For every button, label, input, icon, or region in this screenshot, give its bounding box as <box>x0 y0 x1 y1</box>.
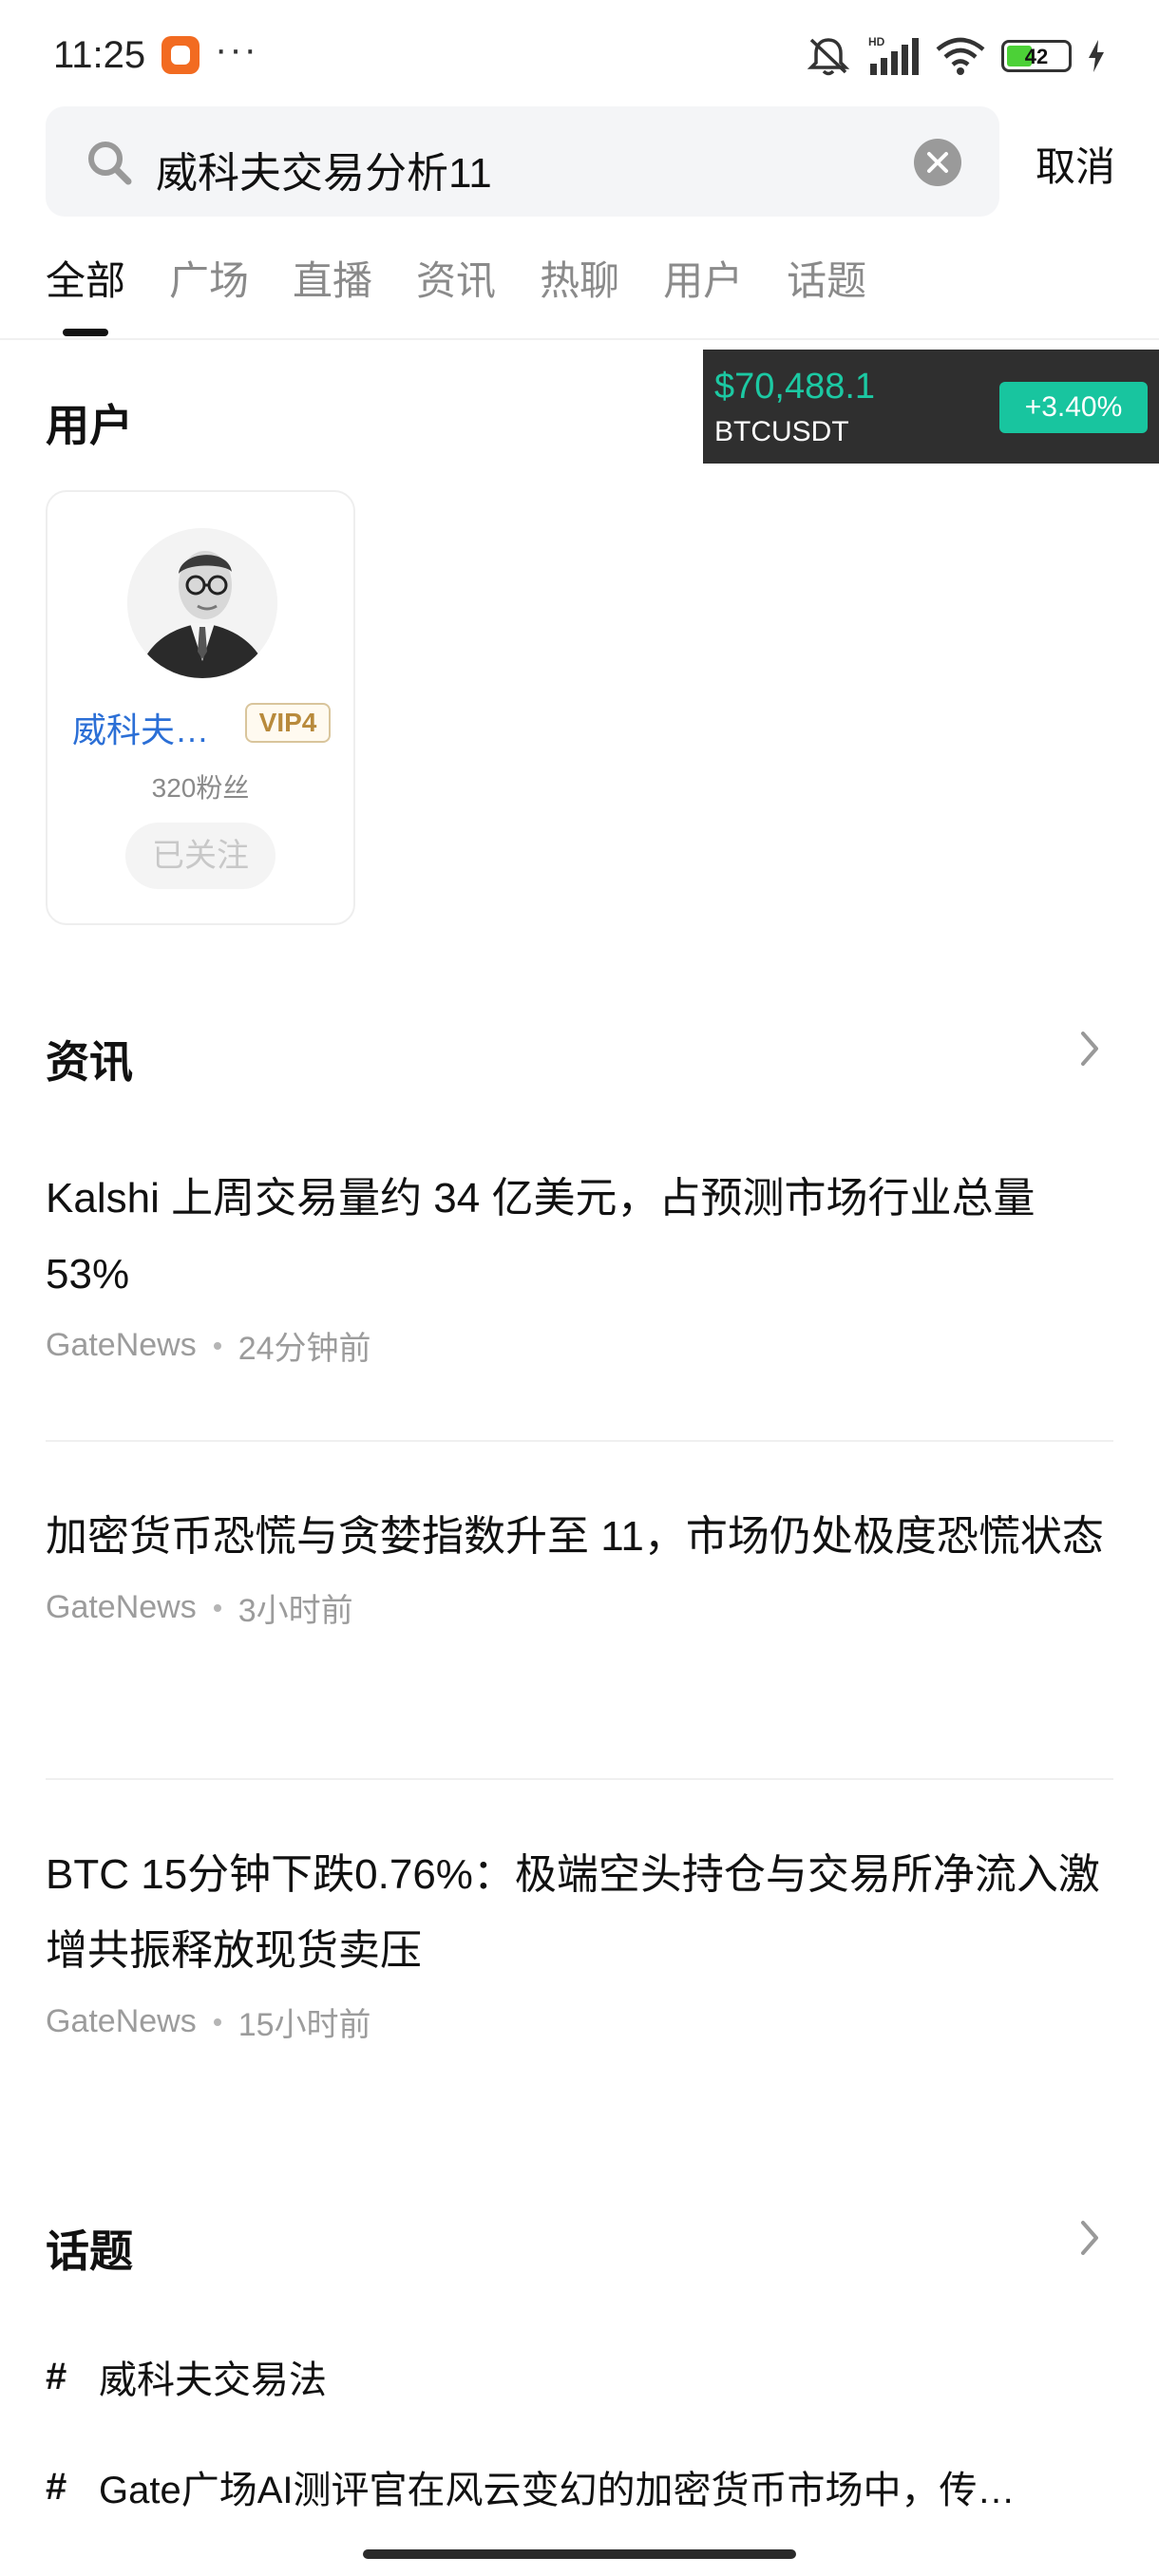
app-notification-icon <box>162 36 200 74</box>
hd-signal-icon: HD <box>868 35 919 75</box>
news-more-chevron-icon[interactable] <box>1075 1028 1104 1070</box>
user-name[interactable]: 威科夫… <box>72 703 209 752</box>
topic-text: Gate广场AI测评官在风云变幻的加密货币市场中，传… <box>99 2470 1016 2511</box>
avatar-portrait <box>127 528 277 678</box>
hashtag-icon: # <box>46 2355 67 2397</box>
tab-news[interactable]: 资讯 <box>416 249 496 306</box>
svg-text:HD: HD <box>868 35 885 48</box>
tab-hot-chat[interactable]: 热聊 <box>540 249 619 306</box>
tab-users[interactable]: 用户 <box>663 249 743 306</box>
news-item[interactable]: BTC 15分钟下跌0.76%：极端空头持仓与交易所净流入激增共振释放现货卖压 … <box>46 1837 1113 2045</box>
battery-level: 42 <box>1024 45 1049 68</box>
search-input[interactable]: 威科夫交易分析11 <box>46 106 999 217</box>
hashtag-icon: # <box>46 2465 67 2508</box>
status-time: 11:25 <box>53 34 146 76</box>
news-title: BTC 15分钟下跌0.76%：极端空头持仓与交易所净流入激增共振释放现货卖压 <box>46 1851 1100 1974</box>
tab-square[interactable]: 广场 <box>169 249 249 306</box>
topic-item[interactable]: # Gate广场AI测评官在风云变幻的加密货币市场中，传… <box>46 2458 1113 2515</box>
avatar[interactable] <box>127 528 277 678</box>
ticker-pair: BTCUSDT <box>714 416 849 447</box>
news-title: 加密货币恐慌与贪婪指数升至 11，市场仍处极度恐慌状态 <box>46 1513 1104 1560</box>
news-time: 15小时前 <box>238 2007 371 2043</box>
tabs-divider <box>0 338 1159 340</box>
cancel-button[interactable]: 取消 <box>1036 135 1115 193</box>
status-bar: 11:25 ··· HD 42 <box>0 0 1159 104</box>
news-source: GateNews <box>46 1589 197 1625</box>
topics-more-chevron-icon[interactable] <box>1075 2217 1104 2259</box>
news-divider <box>46 1778 1113 1780</box>
news-source: GateNews <box>46 1327 197 1363</box>
news-title: Kalshi 上周交易量约 34 亿美元，占预测市场行业总量 53% <box>46 1175 1036 1297</box>
news-meta: GateNews 15小时前 <box>46 1998 1113 2045</box>
vip-badge: VIP4 <box>245 703 331 743</box>
news-section-title: 资讯 <box>46 1037 133 1087</box>
news-divider <box>46 1440 1113 1442</box>
ticker-price: $70,488.1 <box>714 367 876 407</box>
separator-dot <box>213 1603 221 1612</box>
charging-icon <box>1089 40 1104 72</box>
news-time: 24分钟前 <box>238 1331 371 1367</box>
wifi-icon <box>936 37 985 75</box>
search-icon <box>88 142 132 185</box>
news-meta: GateNews 3小时前 <box>46 1584 1113 1631</box>
clear-search-icon[interactable] <box>914 139 961 186</box>
separator-dot <box>213 2017 221 2026</box>
topic-text: 威科夫交易法 <box>99 2359 327 2401</box>
home-indicator[interactable] <box>363 2549 796 2559</box>
price-ticker[interactable]: $70,488.1 BTCUSDT +3.40% <box>703 350 1159 464</box>
users-section-title: 用户 <box>46 401 133 450</box>
status-icons: HD 42 <box>806 34 1106 78</box>
news-meta: GateNews 24分钟前 <box>46 1322 1113 1369</box>
tab-all[interactable]: 全部 <box>46 249 125 306</box>
news-source: GateNews <box>46 2003 197 2039</box>
news-item[interactable]: Kalshi 上周交易量约 34 亿美元，占预测市场行业总量 53% GateN… <box>46 1161 1113 1369</box>
search-tabs: 全部 广场 直播 资讯 热聊 用户 话题 <box>46 249 910 306</box>
news-time: 3小时前 <box>238 1593 353 1629</box>
search-query[interactable]: 威科夫交易分析11 <box>156 139 492 199</box>
mute-icon <box>807 38 850 76</box>
topic-item[interactable]: # 威科夫交易法 <box>46 2348 1113 2405</box>
separator-dot <box>213 1341 221 1350</box>
news-item[interactable]: 加密货币恐慌与贪婪指数升至 11，市场仍处极度恐慌状态 GateNews 3小时… <box>46 1499 1113 1631</box>
followed-button[interactable]: 已关注 <box>125 823 276 889</box>
tab-live[interactable]: 直播 <box>293 249 372 306</box>
tab-topics[interactable]: 话题 <box>787 249 866 306</box>
battery-icon: 42 <box>1001 40 1072 72</box>
active-tab-indicator <box>63 329 108 336</box>
user-fans-count: 320粉丝 <box>151 773 250 803</box>
topics-section-title: 话题 <box>46 2226 133 2276</box>
user-card[interactable]: 威科夫… VIP4 320粉丝 已关注 <box>46 490 355 925</box>
ticker-change-badge: +3.40% <box>999 382 1148 433</box>
more-notifications-icon: ··· <box>215 28 258 70</box>
